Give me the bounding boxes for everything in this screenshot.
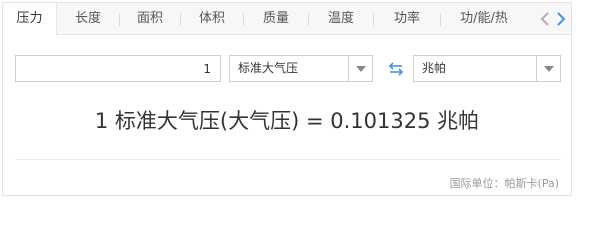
to-unit-value: 兆帕 bbox=[422, 61, 447, 75]
chevron-right-icon[interactable] bbox=[553, 9, 569, 29]
tab-mass[interactable]: 质量 bbox=[244, 3, 308, 34]
tab-area[interactable]: 面积 bbox=[120, 3, 180, 34]
tab-pressure[interactable]: 压力 bbox=[3, 3, 57, 35]
dropdown-button[interactable] bbox=[348, 56, 372, 81]
dropdown-arrow-icon bbox=[356, 66, 366, 72]
value-input[interactable] bbox=[15, 55, 221, 82]
dropdown-button[interactable] bbox=[536, 56, 560, 81]
dropdown-arrow-icon bbox=[544, 66, 554, 72]
from-unit-select[interactable]: 标准大气压 bbox=[229, 55, 373, 82]
swap-units-button[interactable] bbox=[387, 61, 405, 77]
unit-converter-card: 压力 长度 面积 体积 质量 温度 功率 功/能/热 标准大气压 bbox=[2, 2, 572, 196]
to-unit-select[interactable]: 兆帕 bbox=[413, 55, 561, 82]
conversion-result: 1 标准大气压(大气压) = 0.101325 兆帕 bbox=[94, 109, 480, 133]
tab-length[interactable]: 长度 bbox=[57, 3, 119, 34]
tab-volume[interactable]: 体积 bbox=[181, 3, 243, 34]
swap-arrows-icon bbox=[388, 62, 404, 76]
category-tab-bar: 压力 长度 面积 体积 质量 温度 功率 功/能/热 bbox=[3, 3, 571, 35]
tab-temperature[interactable]: 温度 bbox=[309, 3, 373, 34]
chevron-left-icon[interactable] bbox=[537, 9, 553, 29]
si-unit-note: 国际单位：帕斯卡(Pa) bbox=[449, 177, 559, 190]
from-unit-value: 标准大气压 bbox=[238, 61, 299, 75]
tab-work-energy-heat[interactable]: 功/能/热 bbox=[441, 3, 527, 34]
divider bbox=[15, 159, 561, 160]
tab-power[interactable]: 功率 bbox=[374, 3, 440, 34]
